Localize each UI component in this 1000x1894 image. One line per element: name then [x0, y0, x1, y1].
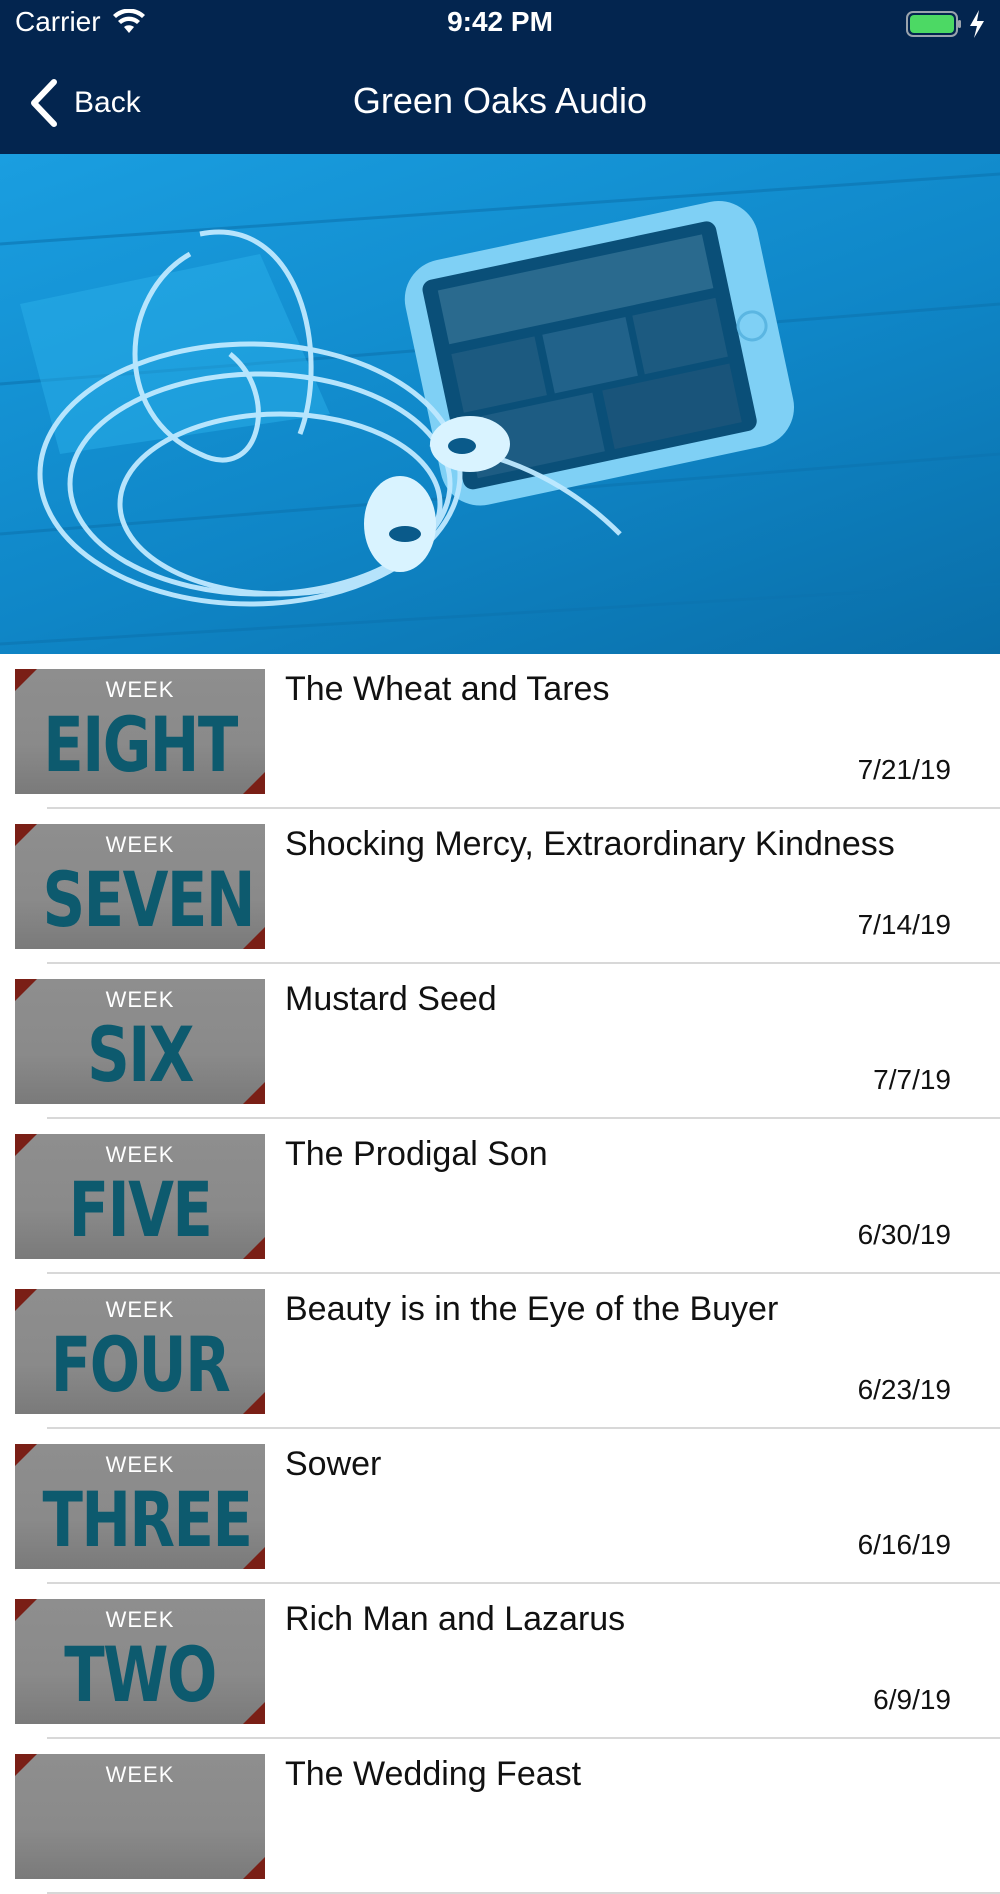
thumbnail-week-number: THREE: [42, 1475, 253, 1564]
list-item[interactable]: WEEK SEVEN Shocking Mercy, Extraordinary…: [0, 809, 1000, 964]
thumbnail-week-number: SEVEN: [42, 855, 256, 944]
status-bar: Carrier 9:42 PM: [0, 0, 1000, 50]
list-item[interactable]: WEEK FOUR Beauty is in the Eye of the Bu…: [0, 1274, 1000, 1429]
list-item[interactable]: WEEK EIGHT The Wheat and Tares 7/21/19: [0, 654, 1000, 809]
episode-title: Shocking Mercy, Extraordinary Kindness: [285, 825, 895, 863]
episode-list: WEEK EIGHT The Wheat and Tares 7/21/19 W…: [0, 654, 1000, 1894]
phone-earbuds-illustration: [0, 172, 1000, 646]
episode-date: 6/23/19: [857, 1374, 951, 1405]
battery-icon: [906, 11, 961, 37]
page-title: Green Oaks Audio: [352, 80, 648, 121]
navigation-bar: Back Green Oaks Audio: [0, 50, 1000, 154]
episode-title: Rich Man and Lazarus: [285, 1600, 626, 1638]
episode-title: Sower: [285, 1445, 382, 1483]
episode-date: 7/14/19: [857, 909, 951, 940]
episode-thumbnail: WEEK EIGHT: [15, 669, 265, 794]
episode-thumbnail: WEEK SEVEN: [15, 824, 265, 949]
episode-thumbnail: WEEK FIVE: [15, 1134, 265, 1259]
list-item[interactable]: WEEK The Wedding Feast: [0, 1739, 1000, 1894]
hero-image: [0, 154, 1000, 654]
episode-date: 7/21/19: [857, 754, 951, 785]
episode-thumbnail: WEEK: [15, 1754, 265, 1879]
status-time: 9:42 PM: [447, 6, 553, 37]
episode-title: The Wheat and Tares: [285, 670, 610, 708]
episode-thumbnail: WEEK TWO: [15, 1599, 265, 1724]
list-item[interactable]: WEEK THREE Sower 6/16/19: [0, 1429, 1000, 1584]
episode-title: Beauty is in the Eye of the Buyer: [285, 1290, 779, 1328]
episode-date: 6/30/19: [857, 1219, 951, 1250]
thumbnail-week-number: SIX: [87, 1010, 194, 1099]
episode-title: The Prodigal Son: [285, 1135, 548, 1173]
thumbnail-week-number: FIVE: [68, 1165, 213, 1254]
list-item[interactable]: WEEK SIX Mustard Seed 7/7/19: [0, 964, 1000, 1119]
charging-bolt-icon: [970, 10, 984, 38]
thumbnail-week-label: WEEK: [105, 1762, 175, 1787]
episode-thumbnail: WEEK SIX: [15, 979, 265, 1104]
thumbnail-week-number: EIGHT: [43, 700, 238, 789]
episode-date: 7/7/19: [873, 1064, 951, 1095]
episode-thumbnail: WEEK FOUR: [15, 1289, 265, 1414]
episode-date: 6/9/19: [873, 1684, 951, 1715]
episode-date: 6/16/19: [857, 1529, 951, 1560]
list-item[interactable]: WEEK FIVE The Prodigal Son 6/30/19: [0, 1119, 1000, 1274]
list-item[interactable]: WEEK TWO Rich Man and Lazarus 6/9/19: [0, 1584, 1000, 1739]
episode-title: The Wedding Feast: [285, 1755, 582, 1793]
thumbnail-week-number: TWO: [64, 1630, 217, 1719]
episode-thumbnail: WEEK THREE: [15, 1444, 265, 1569]
episode-title: Mustard Seed: [285, 980, 497, 1018]
thumbnail-week-number: FOUR: [50, 1320, 231, 1409]
